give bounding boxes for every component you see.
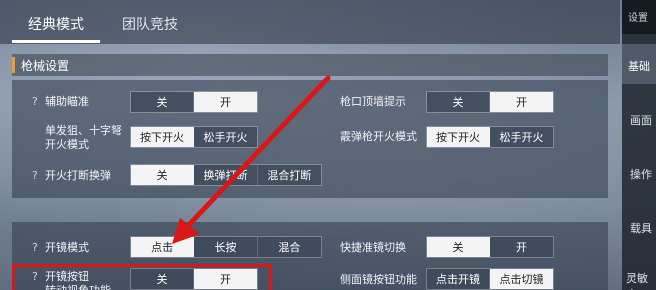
- annotation-arrow-icon: [172, 75, 331, 244]
